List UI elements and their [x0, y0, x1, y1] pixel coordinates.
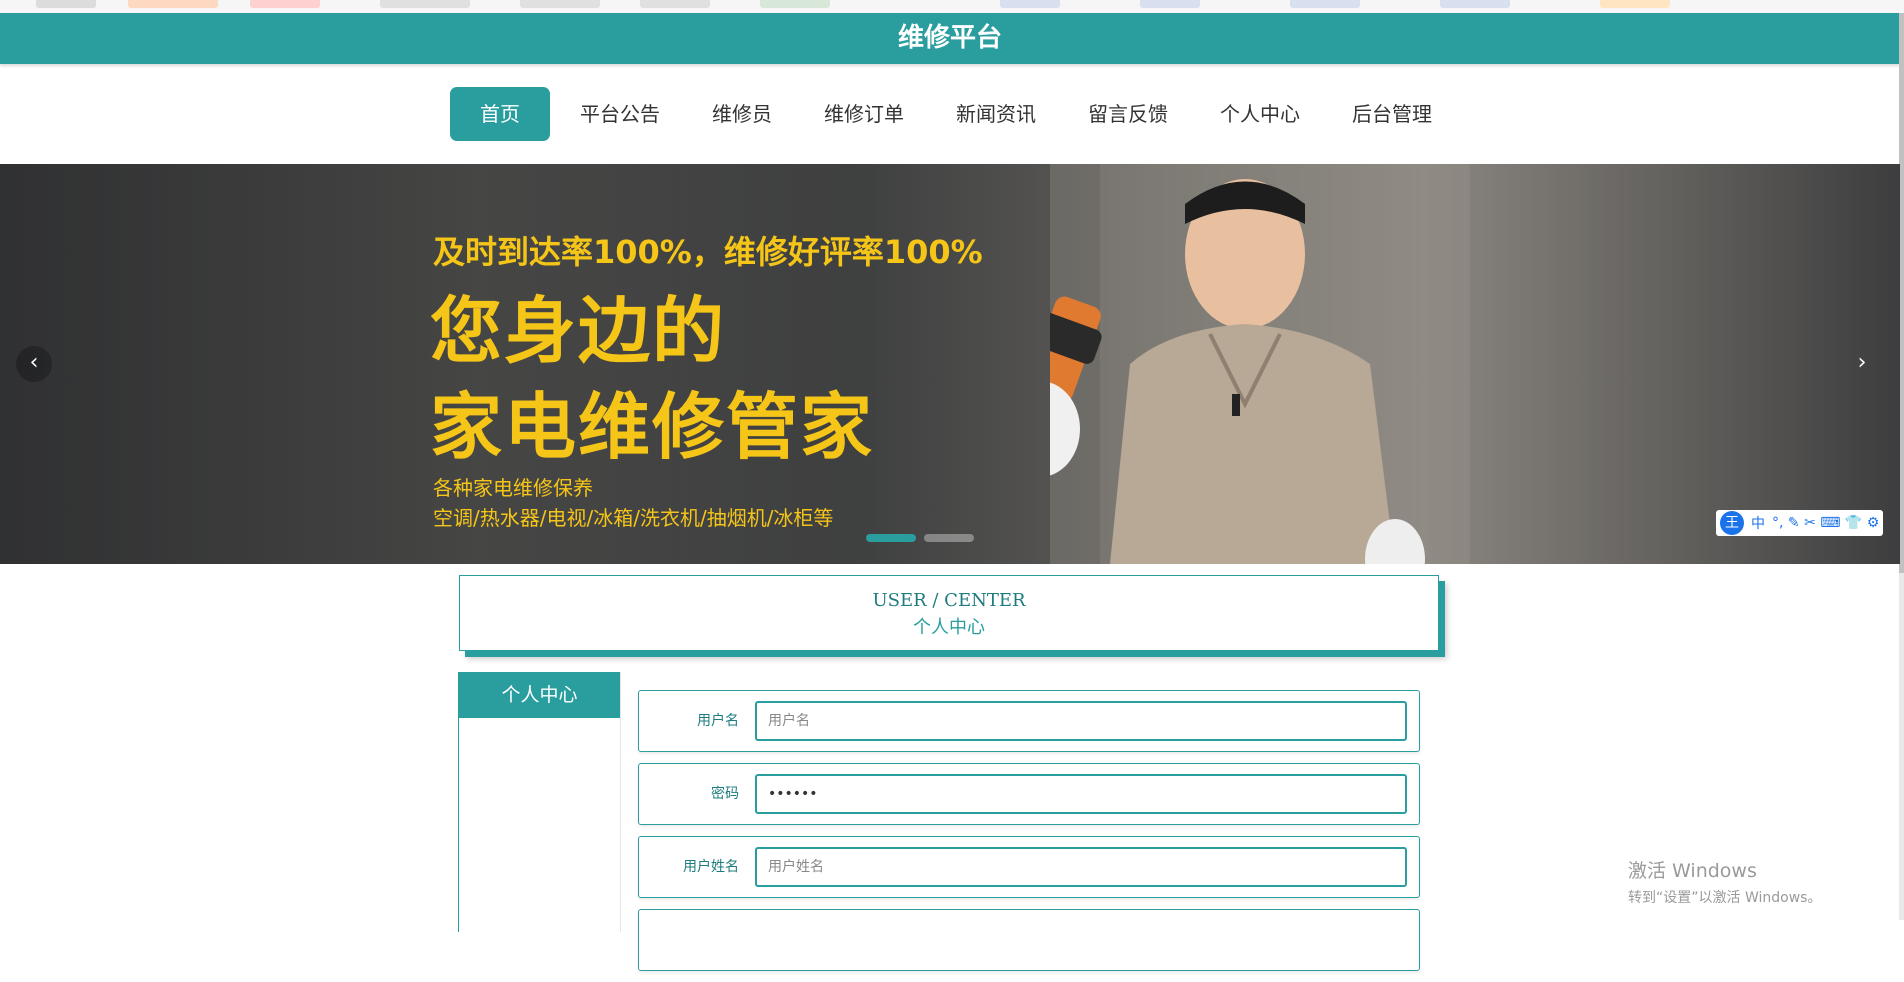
ime-toolbar[interactable]: 王 中 °, ✎ ✂ ⌨ 👕 ⚙	[1716, 510, 1884, 536]
section-title-en: USER / CENTER	[872, 590, 1026, 611]
realname-input[interactable]	[755, 847, 1407, 887]
form-row-password: 密码	[638, 763, 1420, 825]
carousel-dot-2[interactable]	[924, 534, 974, 542]
banner-headline-2: 家电维修管家	[430, 385, 875, 469]
form-row-username: 用户名	[638, 690, 1420, 752]
ime-mode-toggle[interactable]: 中	[1751, 513, 1765, 533]
windows-activation-watermark: 激活 Windows 转到“设置”以激活 Windows。	[1628, 856, 1821, 907]
ime-logo-icon[interactable]: 王	[1720, 511, 1744, 535]
watermark-title: 激活 Windows	[1628, 860, 1757, 882]
carousel-dot-1[interactable]	[866, 534, 916, 542]
carousel-indicators	[866, 534, 974, 542]
main-nav: 首页 平台公告 维修员 维修订单 新闻资讯 留言反馈 个人中心 后台管理	[450, 87, 1462, 141]
nav-item-admin[interactable]: 后台管理	[1330, 87, 1454, 141]
realname-label: 用户姓名	[683, 859, 739, 875]
nav-item-announcements[interactable]: 平台公告	[558, 87, 682, 141]
nav-item-user-center[interactable]: 个人中心	[1198, 87, 1322, 141]
carousel-prev-icon[interactable]: ‹	[16, 346, 52, 382]
username-label: 用户名	[697, 713, 739, 729]
nav-item-feedback[interactable]: 留言反馈	[1066, 87, 1190, 141]
nav-item-news[interactable]: 新闻资讯	[934, 87, 1058, 141]
site-title: 维修平台	[897, 23, 1002, 53]
technician-with-drill-image	[1050, 164, 1470, 564]
hero-carousel[interactable]: 及时到达率100%，维修好评率100% 您身边的 家电维修管家 各种家电维修保养…	[0, 164, 1900, 564]
site-title-bar: 维修平台	[0, 13, 1900, 64]
section-title-cn: 个人中心	[913, 617, 985, 638]
sidebar-item-user-center[interactable]: 个人中心	[459, 672, 620, 718]
form-row-next	[638, 909, 1420, 971]
password-label: 密码	[711, 786, 739, 802]
watermark-subtitle: 转到“设置”以激活 Windows。	[1628, 890, 1822, 906]
ime-tool-icons[interactable]: °, ✎ ✂ ⌨ 👕 ⚙	[1772, 515, 1879, 531]
section-header: USER / CENTER 个人中心	[459, 575, 1439, 651]
carousel-next-icon[interactable]: ›	[1844, 346, 1880, 382]
user-profile-form: 用户名 密码 用户姓名	[638, 690, 1420, 982]
banner-subtitle: 各种家电维修保养	[433, 476, 593, 500]
browser-bookmarks-bar	[0, 0, 1904, 14]
form-row-realname: 用户姓名	[638, 836, 1420, 898]
nav-item-home[interactable]: 首页	[450, 87, 550, 141]
nav-item-repair-orders[interactable]: 维修订单	[802, 87, 926, 141]
username-input[interactable]	[755, 701, 1407, 741]
banner-headline-1: 您身边的	[430, 289, 727, 373]
banner-appliance-list: 空调/热水器/电视/冰箱/洗衣机/抽烟机/冰柜等	[433, 506, 834, 530]
user-sidebar: 个人中心	[458, 672, 621, 932]
banner-slogan-rate: 及时到达率100%，维修好评率100%	[433, 233, 983, 271]
password-input[interactable]	[755, 774, 1407, 814]
nav-item-technicians[interactable]: 维修员	[690, 87, 794, 141]
